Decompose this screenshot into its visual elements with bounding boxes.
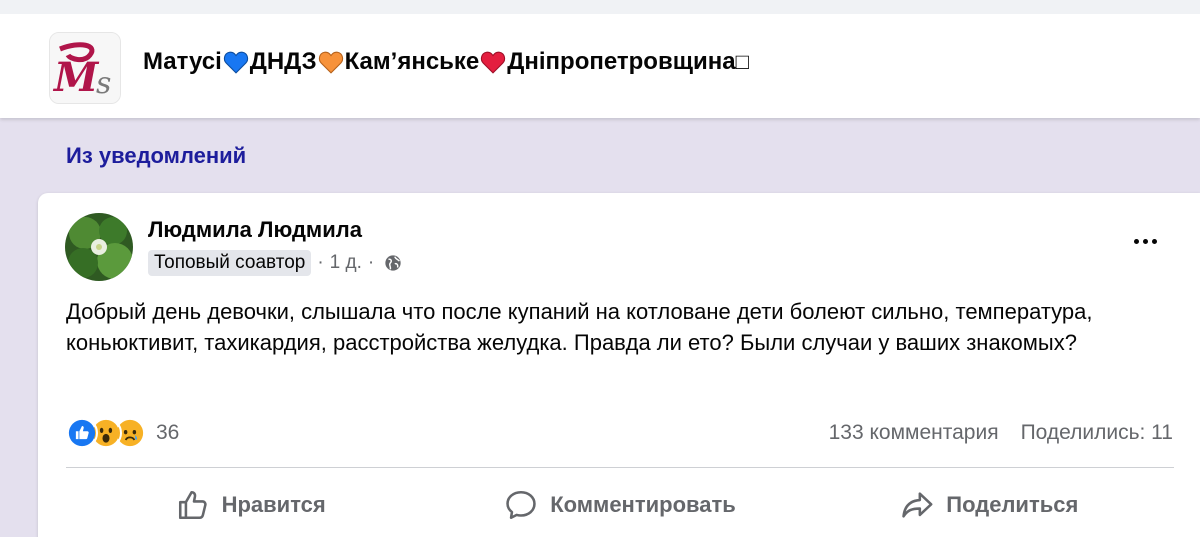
post-text: Добрый день девочки, слышала что после к… (66, 299, 1093, 355)
thumbs-up-icon (178, 490, 207, 520)
share-arrow-icon (902, 492, 933, 518)
more-options-button[interactable] (1125, 229, 1165, 253)
svg-text:M: M (52, 54, 100, 101)
meta-separator: · (317, 252, 324, 273)
post-stats: 133 комментария Поделились: 11 (829, 421, 1173, 445)
top-contributor-badge[interactable]: Топовый соавтор (148, 250, 312, 276)
share-button[interactable]: Поделиться (805, 480, 1174, 530)
red-heart-icon (481, 51, 506, 74)
shares-count[interactable]: Поделились: 11 (1021, 421, 1173, 445)
group-name-part1: Матусі (143, 48, 222, 75)
avatar[interactable] (65, 213, 133, 281)
reaction-count: 36 (156, 421, 180, 444)
comment-label: Комментировать (550, 492, 736, 517)
group-logo[interactable]: M s (49, 32, 121, 104)
comment-button[interactable]: Комментировать (435, 480, 804, 530)
like-icon (66, 417, 98, 449)
unknown-glyph: □ (735, 49, 749, 74)
context-label: Из уведомлений (66, 143, 247, 168)
svg-text:s: s (96, 66, 111, 101)
comment-bubble-icon (506, 490, 536, 520)
group-name[interactable]: Матусі ДНДЗ Кам’янське Дніпропетровщина … (143, 48, 749, 76)
group-name-part4: Дніпропетровщина (507, 48, 736, 75)
more-dot (1142, 238, 1148, 244)
post-time[interactable]: 1 д. (330, 252, 362, 274)
like-label: Нравится (221, 492, 326, 517)
comments-count[interactable]: 133 комментария (829, 421, 999, 445)
group-header: M s Матусі ДНДЗ Кам’янське Дніпропетровщ… (0, 0, 1200, 118)
group-name-part2: ДНДЗ (249, 48, 317, 75)
like-button[interactable]: Нравится (66, 480, 435, 530)
group-name-part3: Кам’янське (344, 48, 480, 75)
more-dot (1133, 238, 1139, 244)
divider (66, 467, 1174, 468)
post-actions: Нравится Комментировать Поделиться (66, 480, 1174, 530)
reactions-summary[interactable]: 36 (66, 417, 179, 449)
blue-heart-icon (223, 51, 248, 74)
author-name[interactable]: Людмила Людмила (148, 217, 362, 243)
share-label: Поделиться (946, 492, 1079, 517)
more-dot (1151, 238, 1157, 244)
post-meta: Топовый соавтор · 1 д. · (148, 250, 402, 276)
globe-icon (385, 255, 401, 271)
meta-separator-2: · (367, 252, 375, 273)
post-card: Людмила Людмила Топовый соавтор · 1 д. ·… (38, 193, 1200, 537)
orange-heart-icon (318, 51, 343, 74)
